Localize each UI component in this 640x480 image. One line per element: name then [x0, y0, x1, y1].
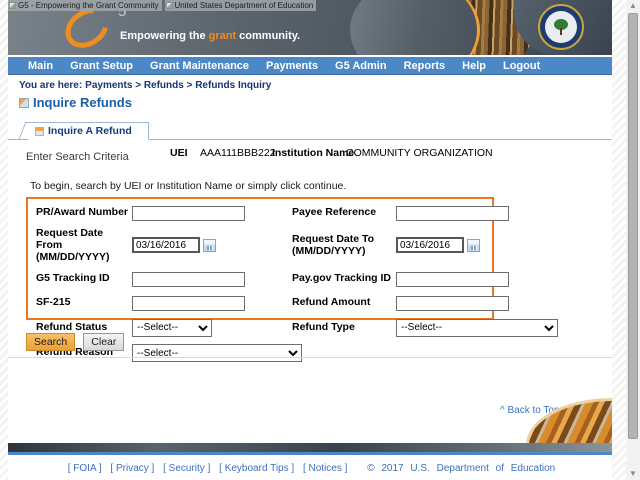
- seal-tree-icon: [552, 18, 570, 36]
- footer-link-keyboard-tips[interactable]: [ Keyboard Tips ]: [219, 463, 294, 474]
- footer-photo-bar: [8, 443, 612, 452]
- clear-button[interactable]: Clear: [83, 333, 124, 351]
- request-date-to-input[interactable]: [396, 237, 464, 253]
- tab-inquire-a-refund[interactable]: Inquire A Refund: [28, 122, 149, 140]
- vertical-scrollbar[interactable]: ▲ ▼: [626, 0, 640, 480]
- nav-item-logout[interactable]: Logout: [503, 60, 540, 72]
- page-title: Inquire Refunds: [33, 95, 132, 110]
- scrollbar-up-arrow-icon[interactable]: ▲: [626, 0, 640, 12]
- banner-alt-g5: G5 - Empowering the Grant Community: [8, 0, 162, 11]
- banner-tagline: Empowering the grant community.: [120, 30, 300, 42]
- refund-amount-label: Refund Amount: [292, 296, 392, 308]
- page-title-row: Inquire Refunds: [19, 95, 132, 110]
- banner-alt-strip: G5 - Empowering the Grant Community Unit…: [8, 0, 316, 11]
- nav-item-payments[interactable]: Payments: [266, 60, 318, 72]
- g5-tracking-id-input[interactable]: [132, 272, 245, 287]
- content-divider: [8, 357, 612, 358]
- nav-item-grant-setup[interactable]: Grant Setup: [70, 60, 133, 72]
- payee-reference-label: Payee Reference: [292, 206, 392, 218]
- refund-amount-input[interactable]: [396, 296, 509, 311]
- uei-label: UEI: [170, 147, 188, 159]
- request-date-from-input[interactable]: [132, 237, 200, 253]
- scrollbar-down-arrow-icon[interactable]: ▼: [626, 468, 640, 480]
- refund-status-select[interactable]: --Select--: [132, 319, 212, 337]
- refund-reason-select[interactable]: --Select--: [132, 344, 302, 362]
- search-instruction-text: To begin, search by UEI or Institution N…: [30, 180, 346, 192]
- pr-award-number-label: PR/Award Number: [36, 206, 128, 218]
- paygov-tracking-id-label: Pay.gov Tracking ID: [292, 272, 392, 284]
- footer-link-security[interactable]: [ Security ]: [163, 463, 210, 474]
- nav-item-grant-maintenance[interactable]: Grant Maintenance: [150, 60, 249, 72]
- footer-link-foia[interactable]: [ FOIA ]: [68, 463, 102, 474]
- pr-award-number-input[interactable]: [132, 206, 245, 221]
- uei-value: AAA111BBB222: [200, 147, 276, 159]
- action-buttons: Search Clear: [26, 333, 124, 351]
- institution-name-value: COMMUNITY ORGANIZATION: [346, 147, 493, 159]
- tab-label: Inquire A Refund: [48, 125, 132, 137]
- sf-215-label: SF-215: [36, 296, 128, 308]
- refund-type-select[interactable]: --Select--: [396, 319, 558, 337]
- main-nav: Main Grant Setup Grant Maintenance Payme…: [8, 57, 612, 75]
- footer: [ FOIA ] [ Privacy ] [ Security ] [ Keyb…: [8, 463, 612, 474]
- institution-name-label: Institution Name: [272, 147, 354, 159]
- banner-alt-ed: United States Department of Education: [165, 0, 317, 11]
- nav-item-g5-admin[interactable]: G5 Admin: [335, 60, 387, 72]
- paygov-tracking-id-input[interactable]: [396, 272, 509, 287]
- copyright-text: © 2017 U.S. Department of Education: [367, 463, 555, 474]
- banner: 5 Empowering the grant community. G5 - E…: [8, 0, 612, 55]
- scrollbar-thumb[interactable]: [628, 13, 638, 439]
- nav-item-help[interactable]: Help: [462, 60, 486, 72]
- department-of-education-seal: [538, 4, 584, 50]
- page-title-icon: [19, 98, 29, 108]
- request-date-from-label: Request Date From(MM/DD/YYYY): [36, 227, 128, 263]
- refund-type-label: Refund Type: [292, 321, 392, 333]
- broken-image-icon: [9, 2, 16, 9]
- breadcrumb-path[interactable]: Payments > Refunds > Refunds Inquiry: [85, 80, 271, 91]
- breadcrumb: You are here:Payments > Refunds > Refund…: [19, 80, 274, 91]
- search-button[interactable]: Search: [26, 333, 75, 351]
- footer-link-notices[interactable]: [ Notices ]: [303, 463, 347, 474]
- request-date-to-label: Request Date To(MM/DD/YYYY): [292, 233, 392, 257]
- calendar-icon[interactable]: [467, 239, 480, 252]
- refund-status-label: Refund Status: [36, 321, 128, 333]
- nav-item-reports[interactable]: Reports: [404, 60, 446, 72]
- banner-curve: [350, 0, 480, 55]
- tab-row: Inquire A Refund: [8, 121, 612, 140]
- sf-215-input[interactable]: [132, 296, 245, 311]
- search-criteria-form: PR/Award Number Payee Reference Request …: [26, 197, 494, 320]
- broken-image-icon: [166, 2, 173, 9]
- payee-reference-input[interactable]: [396, 206, 509, 221]
- footer-link-privacy[interactable]: [ Privacy ]: [110, 463, 154, 474]
- g5-tracking-id-label: G5 Tracking ID: [36, 272, 128, 284]
- breadcrumb-prefix: You are here:: [19, 80, 82, 91]
- calendar-icon[interactable]: [203, 239, 216, 252]
- tab-icon: [35, 127, 44, 136]
- nav-item-main[interactable]: Main: [28, 60, 53, 72]
- enter-search-criteria-heading: Enter Search Criteria: [26, 151, 129, 163]
- footer-blue-line: [8, 452, 612, 455]
- page-container: 5 Empowering the grant community. G5 - E…: [8, 0, 612, 480]
- seal-inner-ring: [545, 11, 577, 43]
